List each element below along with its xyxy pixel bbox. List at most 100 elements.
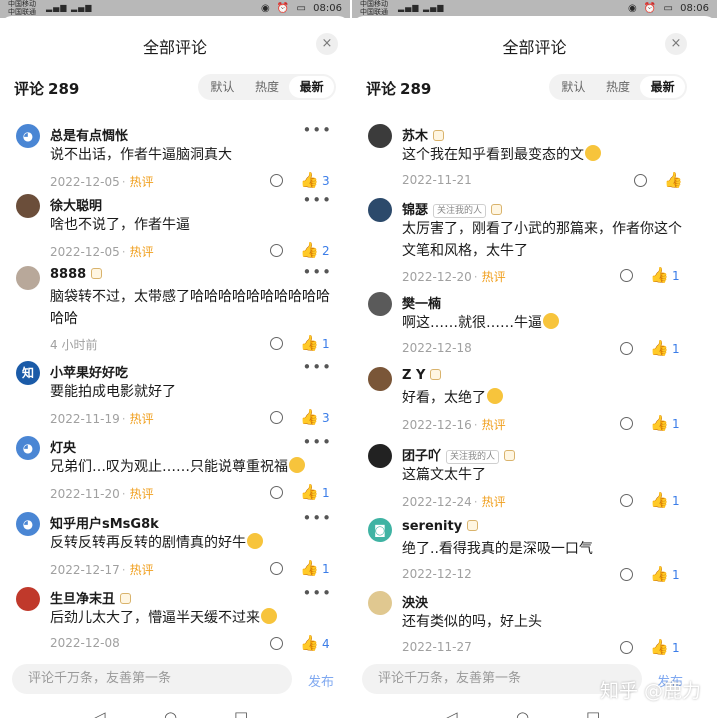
tab-hot[interactable]: 热度 — [596, 76, 641, 98]
reply-icon[interactable] — [270, 244, 283, 257]
like-icon[interactable]: 👍 — [650, 340, 669, 356]
comment-author[interactable]: 徐大聪明 — [50, 195, 102, 214]
like-icon[interactable]: 👍 — [300, 409, 319, 425]
comment-author[interactable]: 苏木 — [402, 125, 445, 144]
reply-icon[interactable] — [620, 641, 633, 654]
tab-default[interactable]: 默认 — [200, 76, 245, 98]
emoji-icon — [261, 608, 277, 624]
comment-meta: 2022-12-18 — [402, 341, 472, 355]
verified-badge-icon — [430, 369, 442, 380]
comment-author[interactable]: 灯央 — [50, 437, 76, 456]
avatar[interactable] — [368, 444, 392, 468]
comment-author[interactable]: Z Y — [402, 368, 442, 383]
comment-author[interactable]: 团子吖 关注我的人 — [402, 445, 516, 464]
close-button[interactable]: × — [316, 33, 338, 55]
reply-icon[interactable] — [270, 562, 283, 575]
reply-icon[interactable] — [270, 486, 283, 499]
author-name: Z Y — [402, 368, 426, 383]
reply-icon[interactable] — [270, 337, 283, 350]
recent-apps-icon[interactable]: □ — [234, 708, 248, 718]
more-icon[interactable]: ••• — [302, 584, 332, 602]
home-icon[interactable]: ○ — [516, 708, 529, 718]
clock-time: 08:06 — [313, 3, 342, 14]
like-count: 2 — [322, 244, 330, 258]
like-icon[interactable]: 👍 — [650, 267, 669, 283]
comment-author[interactable]: 樊一楠 — [402, 293, 441, 312]
comment-text-body: 啊这……就很……牛逼 — [402, 315, 542, 331]
more-icon[interactable]: ••• — [302, 263, 332, 281]
back-icon[interactable]: ◁ — [446, 708, 458, 718]
like-icon[interactable]: 👍 — [650, 566, 669, 582]
more-icon[interactable]: ••• — [302, 509, 332, 527]
avatar[interactable] — [368, 124, 392, 148]
close-button[interactable]: × — [665, 33, 687, 55]
avatar[interactable]: ◙ — [368, 518, 392, 542]
comments-sheet: 全部评论 × 评论 289 默认 热度 最新 ◕ 总是有点惆怅 ••• 说不出话，… — [0, 16, 350, 718]
comment-text-body: 反转反转再反转的剧情真的好牛 — [50, 535, 246, 551]
tab-latest[interactable]: 最新 — [289, 76, 335, 98]
comment-text-body: 好看，太绝了 — [402, 390, 486, 406]
reply-icon[interactable] — [620, 494, 633, 507]
back-icon[interactable]: ◁ — [94, 708, 106, 718]
comment-input[interactable]: 评论千万条，友善第一条 — [12, 664, 292, 694]
more-icon[interactable]: ••• — [302, 433, 332, 451]
avatar[interactable] — [16, 266, 40, 290]
more-icon[interactable]: ••• — [302, 121, 332, 139]
reply-icon[interactable] — [620, 342, 633, 355]
like-count: 1 — [672, 494, 680, 508]
comment-text: 啊这……就很……牛逼 — [402, 312, 697, 334]
like-icon[interactable]: 👍 — [300, 560, 319, 576]
like-icon[interactable]: 👍 — [650, 639, 669, 655]
avatar[interactable] — [16, 587, 40, 611]
tab-latest[interactable]: 最新 — [640, 76, 686, 98]
comment-label: 评论 — [366, 80, 397, 98]
avatar[interactable]: ◕ — [16, 436, 40, 460]
reply-icon[interactable] — [620, 568, 633, 581]
comment-date: 2022-12-18 — [402, 341, 472, 355]
comment-author[interactable]: 知乎用户sMsG8k — [50, 513, 159, 532]
more-icon[interactable]: ••• — [302, 191, 332, 209]
avatar[interactable]: 知 — [16, 361, 40, 385]
comment-author[interactable]: 总是有点惆怅 — [50, 125, 128, 144]
like-icon[interactable]: 👍 — [300, 172, 319, 188]
reply-icon[interactable] — [270, 637, 283, 650]
avatar[interactable] — [368, 198, 392, 222]
avatar[interactable] — [368, 292, 392, 316]
reply-icon[interactable] — [270, 411, 283, 424]
reply-icon[interactable] — [620, 417, 633, 430]
hot-badge: 热评 — [481, 418, 506, 432]
tab-hot[interactable]: 热度 — [245, 76, 290, 98]
comment-date: 2022-12-20 — [402, 270, 472, 284]
recent-apps-icon[interactable]: □ — [586, 708, 600, 718]
reply-icon[interactable] — [634, 174, 647, 187]
like-icon[interactable]: 👍 — [650, 492, 669, 508]
verified-badge-icon — [91, 268, 103, 279]
like-icon[interactable]: 👍 — [664, 172, 683, 188]
reply-icon[interactable] — [270, 174, 283, 187]
comment-author[interactable]: 锦瑟 关注我的人 — [402, 199, 503, 218]
avatar[interactable] — [368, 591, 392, 615]
like-icon[interactable]: 👍 — [300, 635, 319, 651]
like-icon[interactable]: 👍 — [300, 484, 319, 500]
avatar[interactable] — [368, 367, 392, 391]
comment-date: 2022-12-17 — [50, 563, 120, 577]
reply-icon[interactable] — [620, 269, 633, 282]
sort-tabs: 默认 热度 最新 — [549, 74, 687, 100]
home-icon[interactable]: ○ — [164, 708, 177, 718]
like-icon[interactable]: 👍 — [650, 415, 669, 431]
comment-author[interactable]: serenity — [402, 519, 479, 534]
tab-default[interactable]: 默认 — [551, 76, 596, 98]
avatar[interactable] — [16, 194, 40, 218]
comment-author[interactable]: 8888 — [50, 267, 103, 282]
comment-author[interactable]: 泱泱 — [402, 592, 428, 611]
comment-text: 脑袋转不过，太带感了哈哈哈哈哈哈哈哈哈哈哈哈 — [50, 289, 330, 327]
like-icon[interactable]: 👍 — [300, 242, 319, 258]
comment-author[interactable]: 小苹果好好吃 — [50, 362, 128, 381]
avatar[interactable]: ◕ — [16, 124, 40, 148]
like-icon[interactable]: 👍 — [300, 335, 319, 351]
publish-button[interactable]: 发布 — [308, 671, 334, 690]
more-icon[interactable]: ••• — [302, 358, 332, 376]
comment-text: 这篇文太牛了 — [402, 467, 486, 483]
avatar[interactable]: ◕ — [16, 512, 40, 536]
comment-author[interactable]: 生旦净末丑 — [50, 588, 132, 607]
